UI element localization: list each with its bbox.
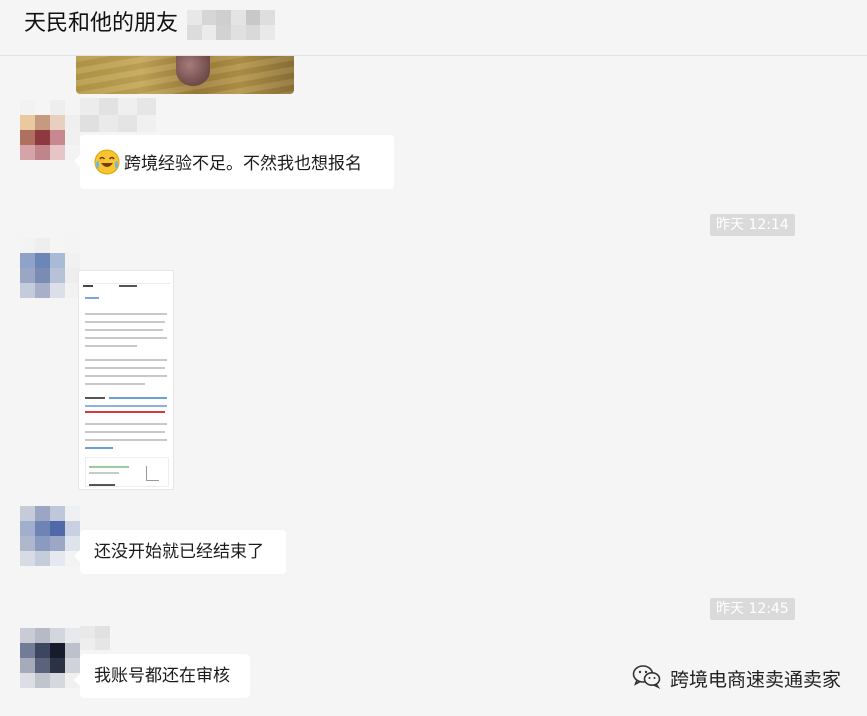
image-message-screenshot[interactable] (78, 270, 174, 490)
message-bubble[interactable]: 还没开始就已经结束了 (74, 530, 286, 574)
message-bubble[interactable]: 跨境经验不足。不然我也想报名 (74, 135, 394, 189)
message-text: 我账号都还在审核 (94, 666, 230, 686)
title-mosaic (187, 10, 275, 40)
avatar[interactable] (20, 238, 80, 298)
nickname-mosaic (80, 98, 156, 132)
avatar[interactable] (20, 506, 80, 566)
crying-laughing-face-icon (94, 149, 120, 175)
avatar[interactable] (20, 628, 80, 688)
chat-header: 天民和他的朋友 (0, 0, 867, 56)
message-text: 还没开始就已经结束了 (94, 542, 264, 562)
watermark-text: 跨境电商速卖通卖家 (669, 668, 841, 691)
message-text: 跨境经验不足。不然我也想报名 (124, 154, 362, 174)
nickname-mosaic (80, 626, 110, 650)
message-bubble[interactable]: 我账号都还在审核 (74, 654, 250, 698)
avatar[interactable] (20, 100, 80, 160)
image-message-partial[interactable] (76, 56, 294, 94)
wechat-icon (632, 663, 662, 694)
chat-window: 天民和他的朋友 跨境经验不足。不然我也想报名 昨天 12:14 还没开始就已经结… (0, 0, 867, 716)
chat-title: 天民和他的朋友 (24, 11, 179, 36)
timestamp-badge: 昨天 12:14 (710, 214, 795, 236)
timestamp-badge: 昨天 12:45 (710, 598, 795, 620)
watermark: 跨境电商速卖通卖家 (632, 664, 841, 692)
